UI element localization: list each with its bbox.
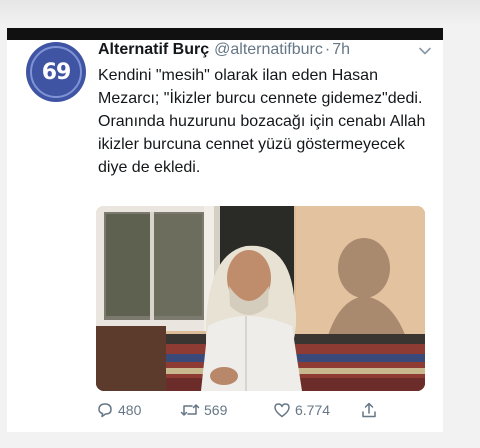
- like-count: 6.774: [295, 402, 331, 418]
- tweet-card[interactable]: 69 Alternatif Burç @alternatifburc · 7h …: [7, 28, 443, 432]
- screenshot-background: [0, 0, 480, 26]
- separator-dot: ·: [324, 41, 331, 58]
- share-button[interactable]: [360, 399, 382, 421]
- timestamp[interactable]: 7h: [332, 41, 350, 59]
- tweet-header: Alternatif Burç @alternatifburc · 7h: [98, 41, 438, 61]
- like-button[interactable]: 6.774: [273, 399, 330, 421]
- retweet-count: 569: [204, 402, 228, 418]
- author-handle[interactable]: @alternatifburc: [214, 41, 323, 59]
- retweet-icon: [180, 404, 200, 416]
- top-divider-bar: [7, 28, 443, 40]
- tweet-text: Kendini "mesih" olarak ilan eden Hasan M…: [98, 67, 426, 176]
- retweet-button[interactable]: 569: [180, 399, 227, 421]
- tweet-photo[interactable]: [96, 206, 425, 391]
- chevron-down-icon[interactable]: [418, 44, 432, 58]
- avatar-logo: 69: [30, 46, 82, 98]
- reply-icon: [98, 403, 112, 418]
- author-name[interactable]: Alternatif Burç: [98, 41, 209, 59]
- avatar[interactable]: 69: [26, 42, 86, 102]
- heart-icon: [274, 403, 290, 418]
- reply-button[interactable]: 480: [96, 399, 141, 421]
- share-icon: [362, 402, 376, 418]
- tweet-actions: 480 569 6.774: [96, 399, 396, 421]
- reply-count: 480: [118, 402, 142, 418]
- photo-illustration: [96, 206, 425, 391]
